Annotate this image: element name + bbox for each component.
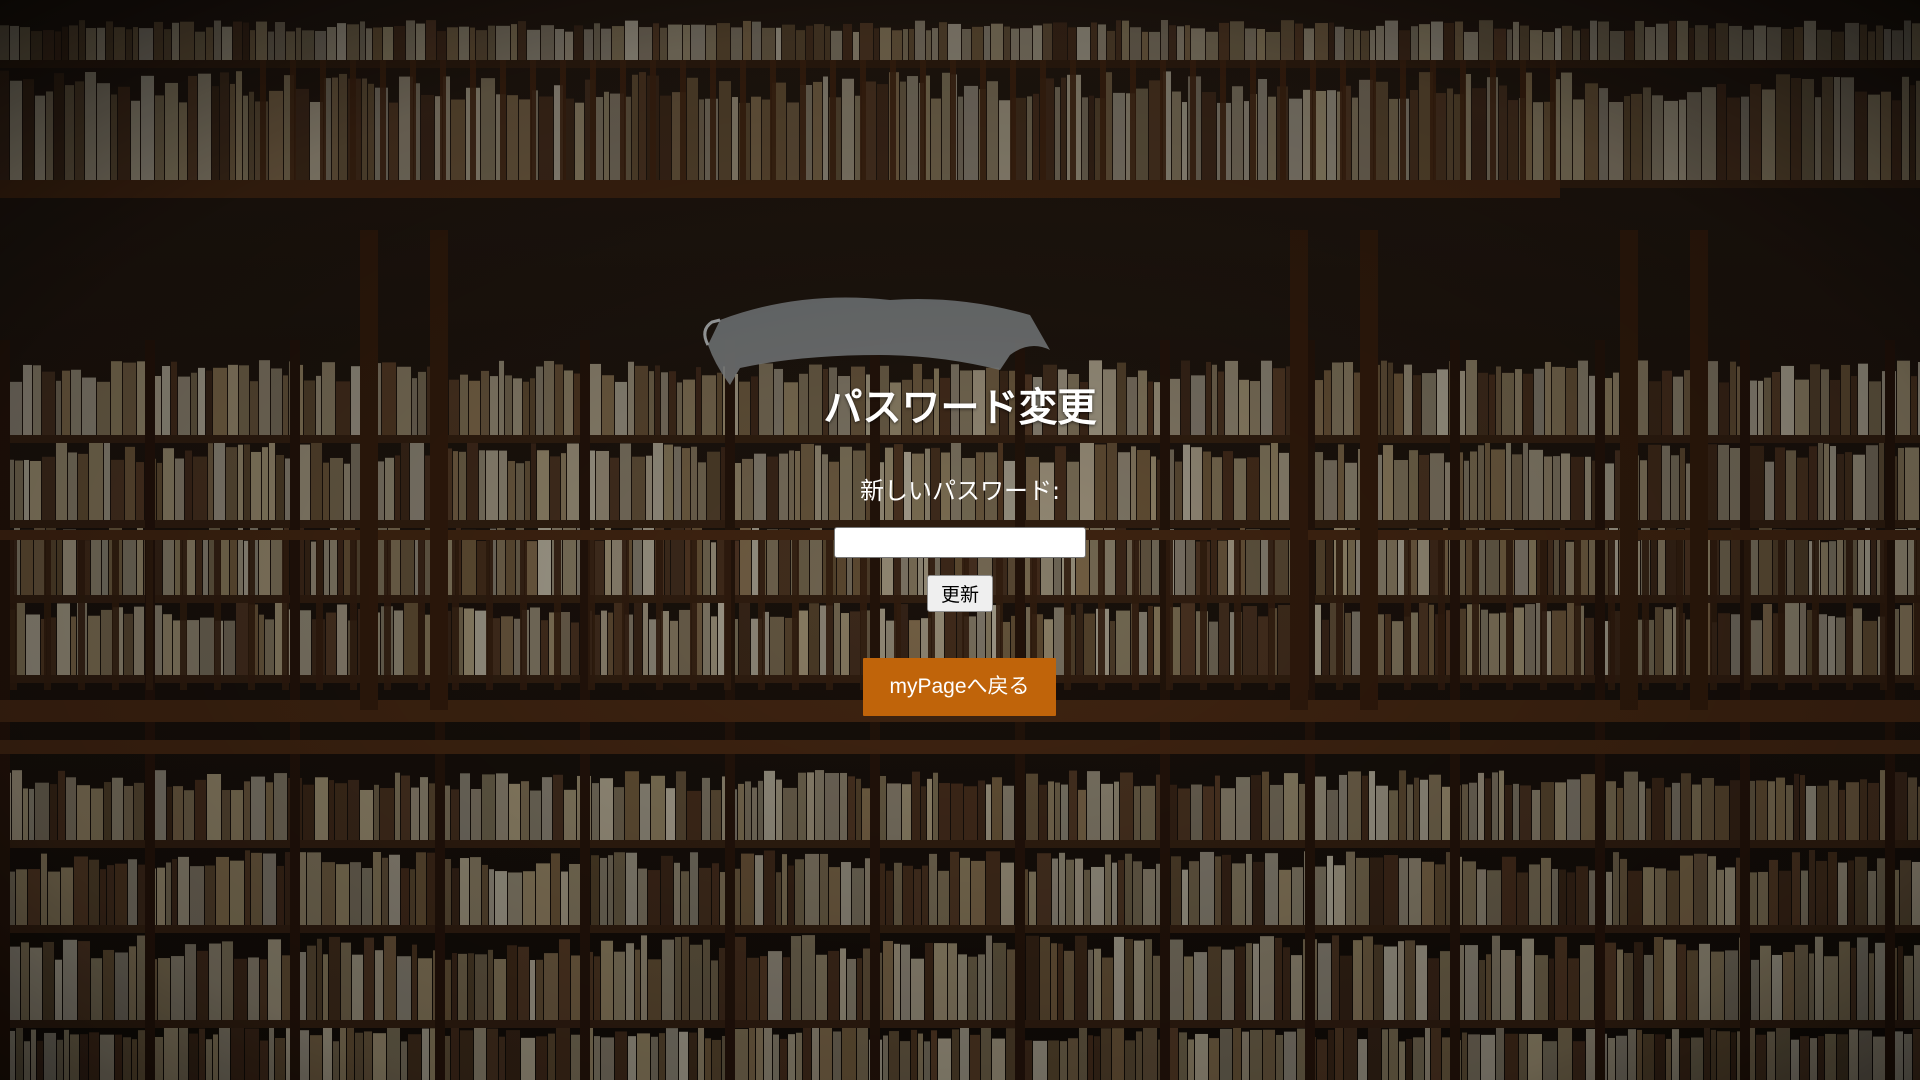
password-change-panel: パスワード変更 新しいパスワード: 更新 myPageへ戻る (0, 0, 1920, 1080)
new-password-input[interactable] (834, 527, 1086, 558)
back-to-mypage-button[interactable]: myPageへ戻る (863, 658, 1056, 716)
page-title: パスワード変更 (823, 386, 1097, 431)
new-password-label: 新しいパスワード: (859, 477, 1061, 505)
update-button[interactable]: 更新 (927, 575, 993, 612)
